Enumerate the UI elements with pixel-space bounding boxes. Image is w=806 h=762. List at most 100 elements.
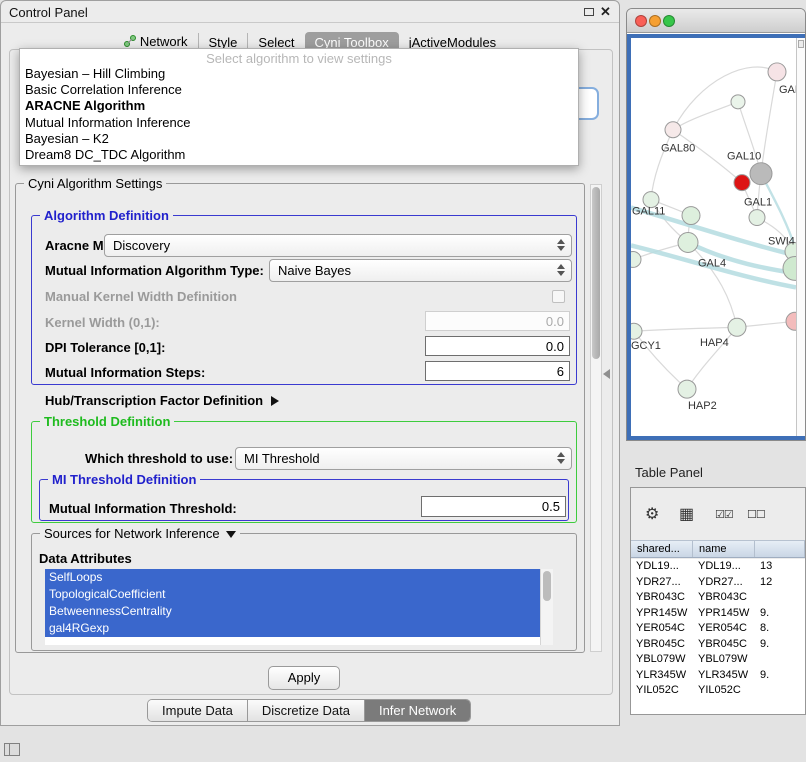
chevron-down-icon xyxy=(226,531,236,538)
scrollbar-thumb[interactable] xyxy=(543,571,551,601)
table-cell xyxy=(755,652,805,668)
network-node[interactable] xyxy=(750,163,772,185)
table-cell: YER054C xyxy=(693,621,755,637)
network-node[interactable] xyxy=(786,312,796,330)
mi-threshold-label: Mutual Information Threshold: xyxy=(49,501,237,516)
network-node[interactable] xyxy=(749,210,765,226)
network-node[interactable] xyxy=(631,323,642,339)
dropdown-item[interactable]: Dream8 DC_TDC Algorithm xyxy=(20,147,578,163)
mi-steps-input[interactable]: 6 xyxy=(425,361,570,381)
table-cell: 13 xyxy=(755,559,805,575)
dropdown-item[interactable]: Bayesian – K2 xyxy=(20,131,578,147)
close-traffic-light-icon[interactable] xyxy=(635,15,647,27)
table-row[interactable]: YPR145WYPR145W9. xyxy=(631,606,805,622)
network-node[interactable] xyxy=(768,63,786,81)
aracne-mode-select[interactable]: Discovery xyxy=(104,234,572,257)
network-edge xyxy=(651,130,673,200)
table-row[interactable]: YDR27...YDR27...12 xyxy=(631,575,805,591)
apply-button[interactable]: Apply xyxy=(268,666,340,690)
network-scrollbar[interactable] xyxy=(796,38,805,436)
float-window-icon[interactable] xyxy=(584,8,594,16)
sources-title: Sources for Network Inference xyxy=(44,526,220,541)
dropdown-item[interactable]: Mutual Information Inference xyxy=(20,115,578,131)
combo-arrows-icon xyxy=(557,264,565,276)
table-cell: 9. xyxy=(755,668,805,684)
tab-discretize-data[interactable]: Discretize Data xyxy=(247,700,364,721)
network-window-titlebar[interactable] xyxy=(627,9,805,33)
table-row[interactable]: YLR345WYLR345W9. xyxy=(631,668,805,684)
hub-definition-label: Hub/Transcription Factor Definition xyxy=(45,393,263,408)
column-header[interactable] xyxy=(755,541,805,557)
dropdown-item[interactable]: Basic Correlation Inference xyxy=(20,82,578,98)
network-view-window: GAL8GAL80GAL10GAL11GAL1SWI4GAL4GCY1HAP4H… xyxy=(626,8,806,441)
table-row[interactable]: YIL052CYIL052C xyxy=(631,683,805,699)
dropdown-item[interactable]: ARACNE Algorithm xyxy=(20,98,578,114)
settings-scrollbar[interactable] xyxy=(590,184,602,652)
tab-label: Network xyxy=(140,34,188,49)
which-threshold-select[interactable]: MI Threshold xyxy=(235,447,572,470)
panel-collapse-arrow[interactable] xyxy=(603,369,610,379)
table-cell: YBR043C xyxy=(631,590,693,606)
node-label: SWI4 xyxy=(768,235,795,247)
hub-definition-toggle[interactable]: Hub/Transcription Factor Definition xyxy=(45,393,279,408)
network-node[interactable] xyxy=(678,233,698,253)
close-icon[interactable]: ✕ xyxy=(600,4,611,20)
table-row[interactable]: YER054CYER054C8. xyxy=(631,621,805,637)
attribute-item[interactable]: BetweennessCentrality xyxy=(45,603,540,620)
node-label: GAL8 xyxy=(779,84,796,96)
network-node[interactable] xyxy=(734,175,750,191)
table-cell: YLR345W xyxy=(693,668,755,684)
network-node[interactable] xyxy=(631,251,641,267)
panel-toggle-icon[interactable] xyxy=(4,743,20,756)
network-node[interactable] xyxy=(665,122,681,138)
network-node[interactable] xyxy=(731,95,745,109)
scrollbar-thumb[interactable] xyxy=(592,187,600,359)
control-panel-titlebar[interactable]: Control Panel ✕ xyxy=(1,1,619,23)
algorithm-dropdown-list: Select algorithm to view settings Bayesi… xyxy=(19,48,579,166)
mi-type-select[interactable]: Naive Bayes xyxy=(269,259,572,282)
minimize-traffic-light-icon[interactable] xyxy=(649,15,661,27)
dropdown-item[interactable]: Bayesian – Hill Climbing xyxy=(20,66,578,82)
table-cell: YBR045C xyxy=(631,637,693,653)
column-header[interactable]: name xyxy=(693,541,755,557)
table-row[interactable]: YBL079WYBL079W xyxy=(631,652,805,668)
clear-checks-icon[interactable]: ☐☐ xyxy=(747,508,765,521)
columns-icon[interactable]: ▦ xyxy=(679,504,694,524)
table-cell: YPR145W xyxy=(693,606,755,622)
kernel-width-input[interactable]: 0.0 xyxy=(425,311,570,331)
table-cell: YPR145W xyxy=(631,606,693,622)
network-node[interactable] xyxy=(783,256,796,280)
zoom-traffic-light-icon[interactable] xyxy=(663,15,675,27)
network-node[interactable] xyxy=(682,207,700,225)
table-cell: YDR27... xyxy=(693,575,755,591)
attributes-scrollbar[interactable] xyxy=(540,569,553,645)
network-node[interactable] xyxy=(678,380,696,398)
node-label: GAL80 xyxy=(661,143,695,155)
node-label: GAL10 xyxy=(727,151,761,163)
sources-toggle[interactable]: Sources for Network Inference xyxy=(40,526,240,541)
tab-infer-network[interactable]: Infer Network xyxy=(364,700,470,721)
tab-impute-data[interactable]: Impute Data xyxy=(148,700,247,721)
table-cell xyxy=(755,590,805,606)
data-attributes-list[interactable]: SelfLoopsTopologicalCoefficientBetweenne… xyxy=(45,569,553,645)
attribute-item[interactable]: SelfLoops xyxy=(45,569,540,586)
table-cell: YDL19... xyxy=(693,559,755,575)
gear-icon[interactable]: ⚙ xyxy=(645,504,659,524)
table-row[interactable]: YBR043CYBR043C xyxy=(631,590,805,606)
dropdown-placeholder: Select algorithm to view settings xyxy=(20,49,578,66)
manual-kernel-checkbox[interactable] xyxy=(552,290,565,303)
dpi-tolerance-input[interactable]: 0.0 xyxy=(425,336,570,356)
attribute-item[interactable]: gal4RGexp xyxy=(45,620,540,637)
network-node[interactable] xyxy=(728,318,746,336)
panel-title: Control Panel xyxy=(9,5,88,20)
select-all-checks-icon[interactable]: ☑☑ xyxy=(715,508,733,521)
table-row[interactable]: YDL19...YDL19...13 xyxy=(631,559,805,575)
group-title: MI Threshold Definition xyxy=(48,472,200,487)
attribute-item[interactable]: TopologicalCoefficient xyxy=(45,586,540,603)
table-cell: YBL079W xyxy=(631,652,693,668)
mi-threshold-input[interactable]: 0.5 xyxy=(421,496,566,517)
column-header[interactable]: shared... xyxy=(631,541,693,557)
network-canvas[interactable]: GAL8GAL80GAL10GAL11GAL1SWI4GAL4GCY1HAP4H… xyxy=(631,38,796,436)
scroll-up-button[interactable] xyxy=(798,40,804,48)
table-row[interactable]: YBR045CYBR045C9. xyxy=(631,637,805,653)
